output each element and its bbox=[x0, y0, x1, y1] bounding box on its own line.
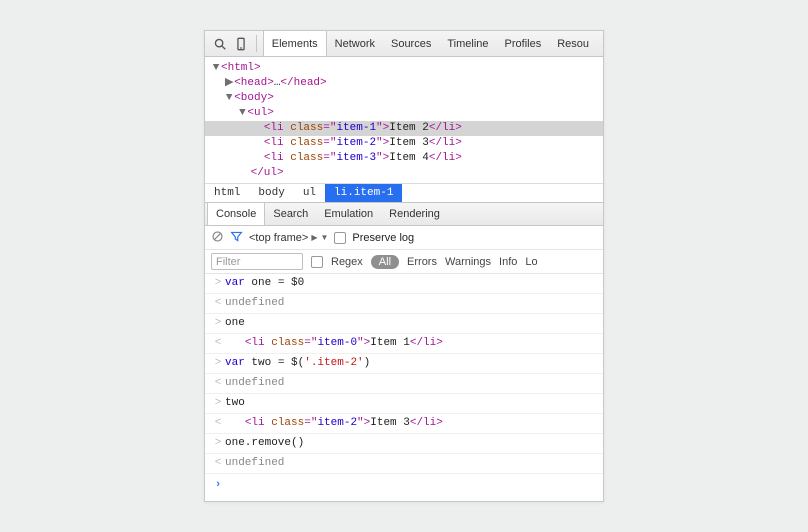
drawer-tab-console[interactable]: Console bbox=[207, 203, 265, 225]
preserve-log-label: Preserve log bbox=[352, 232, 414, 244]
console-entry[interactable]: >one bbox=[205, 314, 603, 334]
tab-elements[interactable]: Elements bbox=[263, 31, 327, 56]
console-entry[interactable]: >var one = $0 bbox=[205, 274, 603, 294]
device-icon[interactable] bbox=[232, 35, 249, 53]
preserve-log-checkbox[interactable] bbox=[334, 232, 346, 244]
level-info[interactable]: Info bbox=[499, 256, 517, 268]
tab-timeline[interactable]: Timeline bbox=[439, 31, 496, 56]
dropdown-icon: ▼ bbox=[320, 233, 328, 242]
console-entry[interactable]: >one.remove() bbox=[205, 434, 603, 454]
console-entry[interactable]: < <li class="item-0">Item 1</li> bbox=[205, 334, 603, 354]
inspect-icon[interactable] bbox=[211, 35, 228, 53]
console-entry[interactable]: >var two = $('.item-2') bbox=[205, 354, 603, 374]
frame-select[interactable]: <top frame> ▶ ▼ bbox=[249, 232, 328, 244]
top-toolbar: Elements Network Sources Timeline Profil… bbox=[205, 31, 603, 57]
clear-console-icon[interactable] bbox=[211, 230, 224, 246]
filter-icon[interactable] bbox=[230, 230, 243, 246]
level-logs[interactable]: Lo bbox=[525, 256, 537, 268]
drawer-tabs: Console Search Emulation Rendering bbox=[205, 203, 603, 226]
console-entry[interactable]: <undefined bbox=[205, 294, 603, 314]
level-errors[interactable]: Errors bbox=[407, 256, 437, 268]
frame-select-label: <top frame> bbox=[249, 232, 308, 244]
console-entry[interactable]: >two bbox=[205, 394, 603, 414]
tab-network[interactable]: Network bbox=[327, 31, 383, 56]
console-entry[interactable]: < <li class="item-2">Item 3</li> bbox=[205, 414, 603, 434]
console-toolbar: <top frame> ▶ ▼ Preserve log bbox=[205, 226, 603, 250]
console-filter-row: Filter Regex All Errors Warnings Info Lo bbox=[205, 250, 603, 274]
regex-checkbox[interactable] bbox=[311, 256, 323, 268]
tree-node-ul-close[interactable]: </ul> bbox=[205, 166, 603, 181]
console-log[interactable]: >var one = $0 <undefined >one < <li clas… bbox=[205, 274, 603, 501]
tab-sources[interactable]: Sources bbox=[383, 31, 439, 56]
crumb-li[interactable]: li.item-1 bbox=[325, 184, 402, 202]
tree-node-head[interactable]: ▶<head>…</head> bbox=[205, 76, 603, 91]
console-entry[interactable]: <undefined bbox=[205, 374, 603, 394]
tree-node-li-1[interactable]: <li class="item-1">Item 2</li> bbox=[205, 121, 603, 136]
drawer-tab-rendering[interactable]: Rendering bbox=[381, 203, 448, 225]
tree-node-body[interactable]: ▼<body> bbox=[205, 91, 603, 106]
tab-profiles[interactable]: Profiles bbox=[497, 31, 550, 56]
crumb-html[interactable]: html bbox=[205, 184, 249, 202]
tree-node-ul[interactable]: ▼<ul> bbox=[205, 106, 603, 121]
crumb-body[interactable]: body bbox=[249, 184, 293, 202]
chevron-down-icon: ▶ bbox=[311, 233, 317, 242]
drawer-tab-emulation[interactable]: Emulation bbox=[316, 203, 381, 225]
tab-resources[interactable]: Resou bbox=[549, 31, 597, 56]
tree-node-li-3[interactable]: <li class="item-3">Item 4</li> bbox=[205, 151, 603, 166]
level-warnings[interactable]: Warnings bbox=[445, 256, 491, 268]
tree-node-html[interactable]: ▼<html> bbox=[205, 61, 603, 76]
devtools-panel: Elements Network Sources Timeline Profil… bbox=[204, 30, 604, 502]
console-filter-input[interactable]: Filter bbox=[211, 253, 303, 270]
crumb-ul[interactable]: ul bbox=[294, 184, 325, 202]
level-all[interactable]: All bbox=[371, 255, 399, 269]
breadcrumb: html body ul li.item-1 bbox=[205, 183, 603, 203]
drawer-tab-search[interactable]: Search bbox=[265, 203, 316, 225]
toolbar-separator bbox=[256, 35, 257, 52]
console-prompt[interactable]: › bbox=[205, 474, 603, 501]
main-tabs: Elements Network Sources Timeline Profil… bbox=[263, 31, 597, 56]
regex-label: Regex bbox=[331, 256, 363, 268]
console-entry[interactable]: <undefined bbox=[205, 454, 603, 474]
elements-tree[interactable]: ▼<html> ▶<head>…</head> ▼<body> ▼<ul> <l… bbox=[205, 57, 603, 183]
tree-node-li-2[interactable]: <li class="item-2">Item 3</li> bbox=[205, 136, 603, 151]
